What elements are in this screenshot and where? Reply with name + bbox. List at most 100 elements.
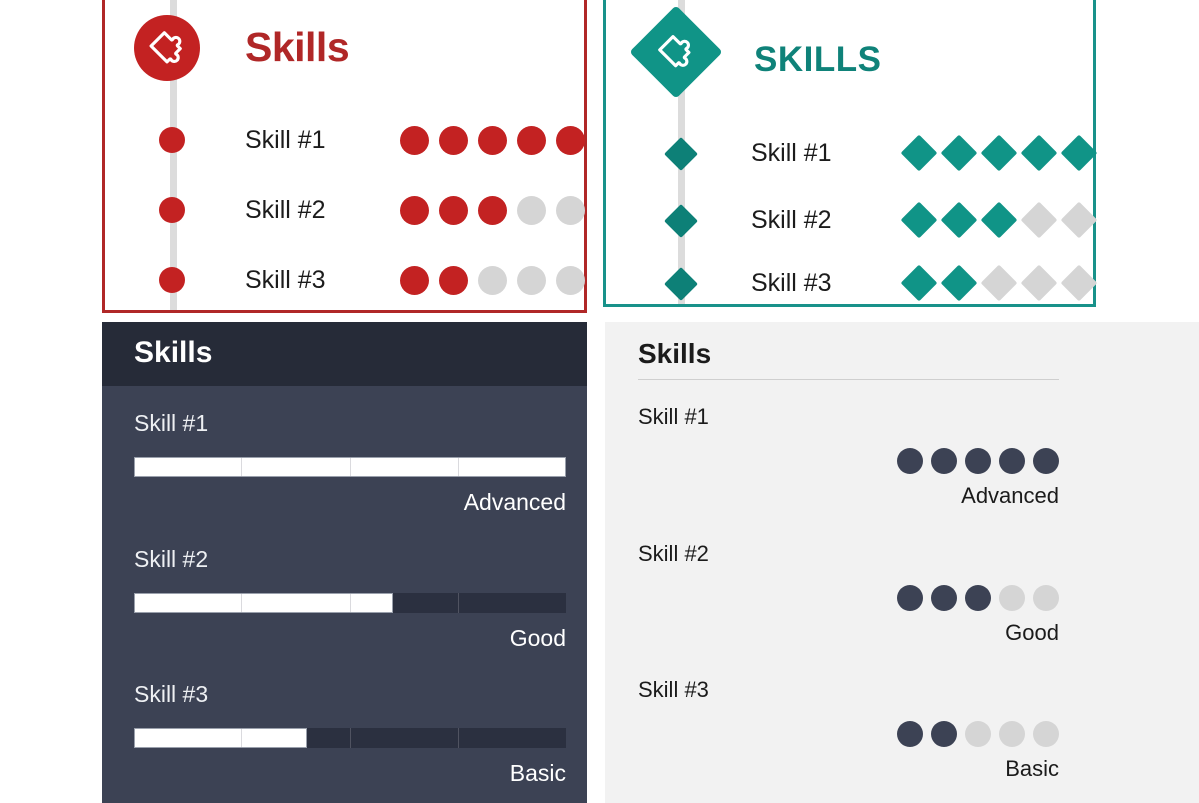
rating-pip-filled bbox=[1060, 134, 1098, 172]
timeline-marker-diamond bbox=[664, 137, 698, 171]
timeline-marker-diamond bbox=[664, 267, 698, 301]
skill-bar-block: Skill #2 Good bbox=[134, 548, 566, 650]
rating-pip-filled bbox=[556, 125, 585, 155]
skill-label: Skill #1 bbox=[134, 410, 209, 436]
skill-label: Skill #2 bbox=[638, 541, 709, 566]
skill-label: Skill #3 bbox=[245, 265, 326, 294]
skills-widget-showcase: Skills Skill #1 Skill #2 Skill #3 SKILLS… bbox=[0, 0, 1199, 803]
timeline-marker-circle bbox=[159, 267, 185, 293]
rating-pip-filled bbox=[897, 721, 923, 747]
skill-progress-track[interactable] bbox=[134, 593, 566, 613]
timeline-row[interactable]: Skill #1 bbox=[606, 133, 1098, 173]
rating-pip-filled bbox=[965, 585, 991, 611]
rating-pip-empty bbox=[1060, 264, 1098, 302]
skill-level-label: Advanced bbox=[961, 483, 1059, 508]
timeline-marker-diamond bbox=[664, 204, 698, 238]
rating-pip-empty bbox=[999, 585, 1025, 611]
rating-pip-filled bbox=[931, 721, 957, 747]
rating-pip-filled bbox=[897, 448, 923, 474]
rating-pip-filled bbox=[1020, 134, 1058, 172]
rating-pip-filled bbox=[900, 134, 938, 172]
skill-label: Skill #2 bbox=[751, 205, 832, 234]
panel-timeline-red: Skills Skill #1 Skill #2 Skill #3 bbox=[102, 0, 587, 313]
panel-title: Skills bbox=[245, 24, 350, 70]
rating-pip-filled bbox=[980, 201, 1018, 239]
skill-rating-meter bbox=[900, 263, 1098, 303]
timeline-row[interactable]: Skill #1 bbox=[105, 120, 585, 160]
skill-label: Skill #1 bbox=[751, 138, 832, 167]
rating-pip-empty bbox=[1020, 264, 1058, 302]
rating-pip-filled bbox=[931, 585, 957, 611]
skill-label: Skill #1 bbox=[245, 125, 326, 154]
skill-label: Skill #2 bbox=[245, 195, 326, 224]
skill-label: Skill #3 bbox=[751, 268, 832, 297]
rating-pip-empty bbox=[1060, 201, 1098, 239]
rating-pip-empty bbox=[556, 195, 585, 225]
skill-label: Skill #3 bbox=[638, 677, 709, 702]
rating-pip-filled bbox=[439, 265, 468, 295]
skill-label: Skill #1 bbox=[638, 404, 709, 429]
rating-pip-filled bbox=[478, 195, 507, 225]
rating-pip-empty bbox=[478, 265, 507, 295]
timeline-row[interactable]: Skill #3 bbox=[606, 263, 1098, 303]
skill-rating-meter bbox=[900, 200, 1098, 240]
panel-title: SKILLS bbox=[754, 40, 882, 79]
timeline-row[interactable]: Skill #2 bbox=[105, 190, 585, 230]
rating-pip-filled bbox=[1033, 448, 1059, 474]
rating-pip-filled bbox=[999, 448, 1025, 474]
rating-pip-empty bbox=[517, 195, 546, 225]
panel-bars-dark: Skills Skill #1 Advanced Skill #2 Good S… bbox=[102, 322, 587, 803]
skill-progress-fill bbox=[134, 728, 307, 748]
skill-level-label: Good bbox=[1005, 620, 1059, 645]
panel-timeline-teal: SKILLS Skill #1 Skill #2 Skill #3 bbox=[603, 0, 1098, 307]
timeline-row[interactable]: Skill #3 bbox=[105, 260, 585, 300]
skill-level-label: Basic bbox=[1005, 756, 1059, 781]
skill-label: Skill #3 bbox=[134, 681, 209, 707]
skill-progress-fill bbox=[134, 457, 566, 477]
rating-pip-empty bbox=[1033, 585, 1059, 611]
rating-pip-empty bbox=[1033, 721, 1059, 747]
rating-pip-filled bbox=[965, 448, 991, 474]
skill-rating-meter bbox=[900, 133, 1098, 173]
skill-level-label: Good bbox=[509, 625, 566, 651]
panel-title: Skills bbox=[638, 338, 712, 369]
rating-pip-empty bbox=[965, 721, 991, 747]
skill-bar-block: Skill #3 Basic bbox=[134, 683, 566, 785]
skill-rating-meter bbox=[400, 260, 585, 300]
skill-rating-meter bbox=[638, 585, 1059, 611]
skill-rating-meter bbox=[638, 721, 1059, 747]
rating-pip-filled bbox=[897, 585, 923, 611]
rating-pip-filled bbox=[900, 264, 938, 302]
skill-label: Skill #2 bbox=[134, 546, 209, 572]
puzzle-piece-icon bbox=[656, 30, 696, 75]
timeline-row[interactable]: Skill #2 bbox=[606, 200, 1098, 240]
rating-pip-empty bbox=[556, 265, 585, 295]
rating-pip-filled bbox=[400, 265, 429, 295]
rating-pip-filled bbox=[940, 134, 978, 172]
skill-level-label: Basic bbox=[509, 760, 566, 786]
puzzle-piece-icon bbox=[147, 26, 187, 71]
rating-pip-filled bbox=[478, 125, 507, 155]
rating-pip-filled bbox=[980, 134, 1018, 172]
rating-pip-filled bbox=[400, 195, 429, 225]
header-divider bbox=[638, 379, 1059, 380]
skill-level-label: Advanced bbox=[463, 489, 566, 515]
skill-rating-meter bbox=[400, 190, 585, 230]
timeline-marker-circle bbox=[159, 127, 185, 153]
skill-bar-block: Skill #1 Advanced bbox=[134, 412, 566, 514]
rating-pip-empty bbox=[1020, 201, 1058, 239]
skill-rating-meter bbox=[638, 448, 1059, 474]
skill-dots-block: Skill #1 Advanced bbox=[638, 406, 1059, 507]
rating-pip-filled bbox=[517, 125, 546, 155]
rating-pip-filled bbox=[931, 448, 957, 474]
rating-pip-empty bbox=[517, 265, 546, 295]
skill-progress-track[interactable] bbox=[134, 457, 566, 477]
rating-pip-filled bbox=[439, 195, 468, 225]
skill-dots-block: Skill #2 Good bbox=[638, 543, 1059, 644]
panel-dots-light: Skills Skill #1 Advanced Skill #2 Good S… bbox=[605, 322, 1199, 803]
skill-rating-meter bbox=[400, 120, 585, 160]
skill-progress-track[interactable] bbox=[134, 728, 566, 748]
skill-progress-fill bbox=[134, 593, 394, 613]
rating-pip-filled bbox=[900, 201, 938, 239]
skills-badge-diamond bbox=[629, 5, 723, 99]
